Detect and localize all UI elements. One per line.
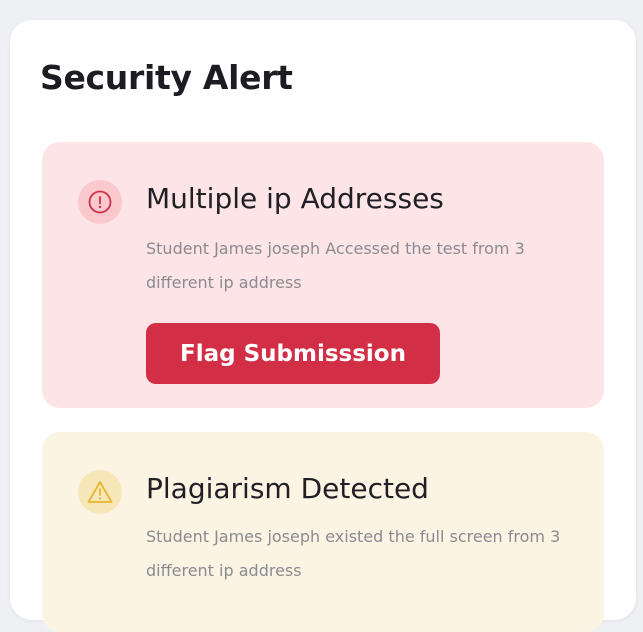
alert-description: Student James joseph Accessed the test f… (146, 239, 525, 292)
security-alert-panel: Security Alert Multiple ip Addresses Stu… (10, 20, 636, 632)
alert-description: Student James joseph existed the full sc… (146, 527, 561, 580)
alert-title: Plagiarism Detected (146, 472, 429, 505)
panel-title: Security Alert (40, 58, 293, 97)
alert-title: Multiple ip Addresses (146, 182, 444, 215)
flag-submission-button[interactable]: Flag Submisssion (146, 323, 440, 384)
alert-card-plagiarism: Plagiarism Detected Student James joseph… (42, 432, 604, 632)
info-icon (78, 180, 122, 224)
warning-icon (78, 470, 122, 514)
alert-card-multiple-ip: Multiple ip Addresses Student James jose… (42, 142, 604, 408)
